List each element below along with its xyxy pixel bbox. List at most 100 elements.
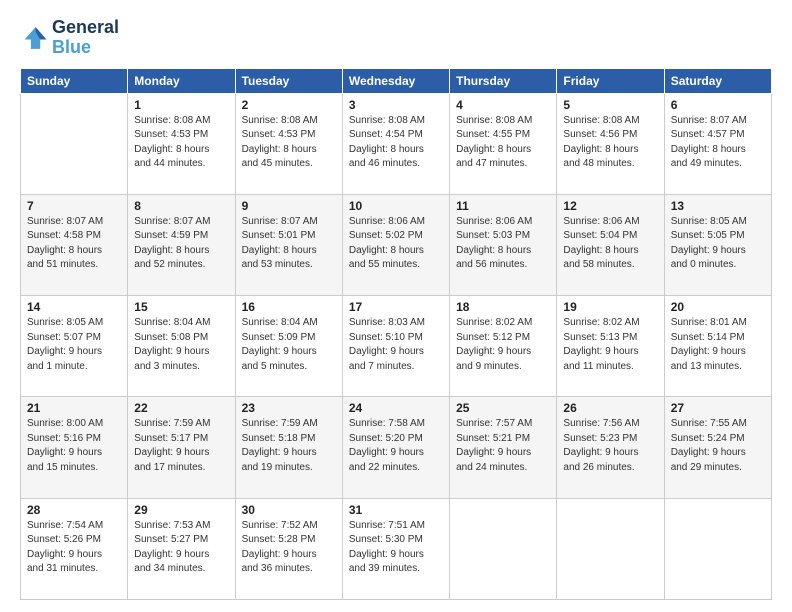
day-number: 13 — [671, 199, 765, 213]
day-info: Sunrise: 8:08 AMSunset: 4:53 PMDaylight:… — [134, 114, 228, 172]
calendar-cell: 29Sunrise: 7:53 AMSunset: 5:27 PMDayligh… — [128, 498, 235, 599]
calendar-cell: 16 Sunrise: 8:04 AMSunset: 5:09 PMDayligh… — [235, 296, 342, 397]
calendar-cell: 9 Sunrise: 8:07 AMSunset: 5:01 PMDaylight… — [235, 194, 342, 295]
calendar-cell: 26 Sunrise: 7:56 AMSunset: 5:23 PMDayligh… — [557, 397, 664, 498]
day-number: 19 — [563, 300, 657, 314]
day-info: Sunrise: 8:02 AMSunset: 5:13 PMDaylight:… — [563, 316, 657, 374]
day-number: 30 — [242, 503, 336, 517]
day-number: 17 — [349, 300, 443, 314]
logo-icon — [20, 24, 48, 52]
day-info: Sunrise: 8:02 AMSunset: 5:12 PMDaylight:… — [456, 316, 550, 374]
day-info: Sunrise: 7:55 AMSunset: 5:24 PMDaylight:… — [671, 417, 765, 475]
calendar-cell — [664, 498, 771, 599]
day-number: 16 — [242, 300, 336, 314]
day-info: Sunrise: 8:07 AMSunset: 4:57 PMDaylight:… — [671, 114, 765, 172]
day-info: Sunrise: 7:59 AMSunset: 5:18 PMDaylight:… — [242, 417, 336, 475]
day-info: Sunrise: 7:58 AMSunset: 5:20 PMDaylight:… — [349, 417, 443, 475]
calendar-cell: 13Sunrise: 8:05 AMSunset: 5:05 PMDayligh… — [664, 194, 771, 295]
calendar-cell: 14 Sunrise: 8:05 AMSunset: 5:07 PMDayligh… — [21, 296, 128, 397]
day-info: Sunrise: 8:05 AMSunset: 5:07 PMDaylight:… — [27, 316, 121, 374]
calendar-cell: 3 Sunrise: 8:08 AMSunset: 4:54 PMDaylight… — [342, 93, 449, 194]
day-number: 28 — [27, 503, 121, 517]
calendar-cell: 6 Sunrise: 8:07 AMSunset: 4:57 PMDaylight… — [664, 93, 771, 194]
calendar-day-header: Tuesday — [235, 68, 342, 93]
day-number: 1 — [134, 98, 228, 112]
day-number: 20 — [671, 300, 765, 314]
calendar-week-row: 7 Sunrise: 8:07 AMSunset: 4:58 PMDaylight… — [21, 194, 772, 295]
day-info: Sunrise: 8:08 AMSunset: 4:54 PMDaylight:… — [349, 114, 443, 172]
logo-text: General Blue — [52, 18, 119, 58]
day-info: Sunrise: 7:51 AMSunset: 5:30 PMDaylight:… — [349, 519, 443, 577]
calendar-cell: 28 Sunrise: 7:54 AMSunset: 5:26 PMDayligh… — [21, 498, 128, 599]
day-number: 27 — [671, 401, 765, 415]
calendar-day-header: Wednesday — [342, 68, 449, 93]
day-info: Sunrise: 7:54 AMSunset: 5:26 PMDaylight:… — [27, 519, 121, 577]
header: General Blue — [20, 18, 772, 58]
calendar-cell: 27 Sunrise: 7:55 AMSunset: 5:24 PMDayligh… — [664, 397, 771, 498]
day-info: Sunrise: 8:04 AMSunset: 5:09 PMDaylight:… — [242, 316, 336, 374]
day-number: 5 — [563, 98, 657, 112]
day-info: Sunrise: 7:53 AMSunset: 5:27 PMDaylight:… — [134, 519, 228, 577]
calendar-cell: 21Sunrise: 8:00 AMSunset: 5:16 PMDayligh… — [21, 397, 128, 498]
day-number: 3 — [349, 98, 443, 112]
day-number: 11 — [456, 199, 550, 213]
day-info: Sunrise: 8:04 AMSunset: 5:08 PMDaylight:… — [134, 316, 228, 374]
day-number: 4 — [456, 98, 550, 112]
day-info: Sunrise: 8:08 AMSunset: 4:55 PMDaylight:… — [456, 114, 550, 172]
calendar-day-header: Thursday — [450, 68, 557, 93]
page: General Blue SundayMondayTuesdayWednesda… — [0, 0, 792, 612]
day-number: 8 — [134, 199, 228, 213]
calendar-cell: 12 Sunrise: 8:06 AMSunset: 5:04 PMDayligh… — [557, 194, 664, 295]
calendar-cell: 31 Sunrise: 7:51 AMSunset: 5:30 PMDayligh… — [342, 498, 449, 599]
day-number: 21 — [27, 401, 121, 415]
day-number: 25 — [456, 401, 550, 415]
calendar-cell: 11 Sunrise: 8:06 AMSunset: 5:03 PMDayligh… — [450, 194, 557, 295]
day-number: 26 — [563, 401, 657, 415]
calendar-cell: 7 Sunrise: 8:07 AMSunset: 4:58 PMDaylight… — [21, 194, 128, 295]
logo: General Blue — [20, 18, 119, 58]
day-number: 12 — [563, 199, 657, 213]
day-number: 22 — [134, 401, 228, 415]
calendar-cell — [450, 498, 557, 599]
day-info: Sunrise: 8:01 AMSunset: 5:14 PMDaylight:… — [671, 316, 765, 374]
calendar-cell: 10 Sunrise: 8:06 AMSunset: 5:02 PMDayligh… — [342, 194, 449, 295]
day-number: 23 — [242, 401, 336, 415]
day-info: Sunrise: 7:52 AMSunset: 5:28 PMDaylight:… — [242, 519, 336, 577]
day-number: 6 — [671, 98, 765, 112]
calendar-day-header: Sunday — [21, 68, 128, 93]
calendar-week-row: 28 Sunrise: 7:54 AMSunset: 5:26 PMDayligh… — [21, 498, 772, 599]
calendar-cell: 4 Sunrise: 8:08 AMSunset: 4:55 PMDaylight… — [450, 93, 557, 194]
day-info: Sunrise: 8:07 AMSunset: 4:59 PMDaylight:… — [134, 215, 228, 273]
day-info: Sunrise: 8:06 AMSunset: 5:03 PMDaylight:… — [456, 215, 550, 273]
day-number: 18 — [456, 300, 550, 314]
day-number: 7 — [27, 199, 121, 213]
calendar-week-row: 21Sunrise: 8:00 AMSunset: 5:16 PMDayligh… — [21, 397, 772, 498]
calendar-week-row: 14 Sunrise: 8:05 AMSunset: 5:07 PMDayligh… — [21, 296, 772, 397]
day-info: Sunrise: 8:06 AMSunset: 5:02 PMDaylight:… — [349, 215, 443, 273]
calendar-table: SundayMondayTuesdayWednesdayThursdayFrid… — [20, 68, 772, 600]
day-number: 31 — [349, 503, 443, 517]
day-number: 24 — [349, 401, 443, 415]
day-info: Sunrise: 8:08 AMSunset: 4:53 PMDaylight:… — [242, 114, 336, 172]
calendar-day-header: Monday — [128, 68, 235, 93]
calendar-cell: 24 Sunrise: 7:58 AMSunset: 5:20 PMDayligh… — [342, 397, 449, 498]
calendar-week-row: 1 Sunrise: 8:08 AMSunset: 4:53 PMDaylight… — [21, 93, 772, 194]
day-info: Sunrise: 8:06 AMSunset: 5:04 PMDaylight:… — [563, 215, 657, 273]
day-number: 10 — [349, 199, 443, 213]
calendar-cell — [21, 93, 128, 194]
day-info: Sunrise: 7:57 AMSunset: 5:21 PMDaylight:… — [456, 417, 550, 475]
day-number: 15 — [134, 300, 228, 314]
calendar-cell: 30 Sunrise: 7:52 AMSunset: 5:28 PMDayligh… — [235, 498, 342, 599]
calendar-cell: 19 Sunrise: 8:02 AMSunset: 5:13 PMDayligh… — [557, 296, 664, 397]
day-number: 14 — [27, 300, 121, 314]
day-number: 9 — [242, 199, 336, 213]
day-number: 2 — [242, 98, 336, 112]
calendar-cell: 8 Sunrise: 8:07 AMSunset: 4:59 PMDaylight… — [128, 194, 235, 295]
day-info: Sunrise: 8:07 AMSunset: 4:58 PMDaylight:… — [27, 215, 121, 273]
day-info: Sunrise: 7:56 AMSunset: 5:23 PMDaylight:… — [563, 417, 657, 475]
calendar-cell: 17Sunrise: 8:03 AMSunset: 5:10 PMDayligh… — [342, 296, 449, 397]
calendar-cell: 25 Sunrise: 7:57 AMSunset: 5:21 PMDayligh… — [450, 397, 557, 498]
calendar-cell — [557, 498, 664, 599]
day-info: Sunrise: 8:07 AMSunset: 5:01 PMDaylight:… — [242, 215, 336, 273]
calendar-cell: 15 Sunrise: 8:04 AMSunset: 5:08 PMDayligh… — [128, 296, 235, 397]
